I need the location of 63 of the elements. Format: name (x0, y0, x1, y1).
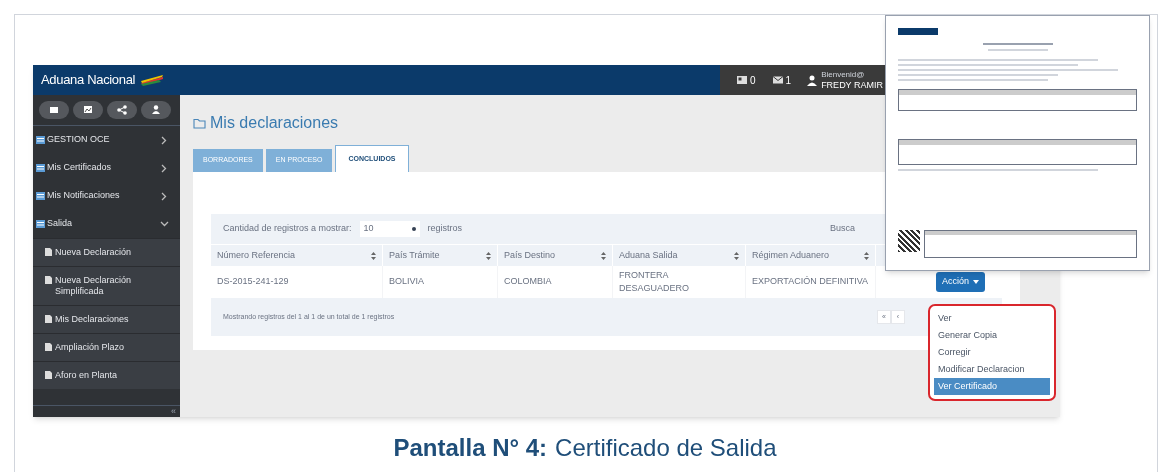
folder-icon (193, 117, 206, 129)
action-button[interactable]: Acción (936, 272, 985, 292)
caret-icon (973, 280, 979, 284)
document-icon (45, 315, 52, 323)
sort-icon (486, 251, 491, 260)
list-icon (36, 136, 45, 144)
sort-icon (864, 251, 869, 260)
chevron-icon (160, 163, 169, 173)
list-icon (36, 164, 45, 172)
table-cell: COLOMBIA (498, 266, 613, 298)
envelope-icon[interactable] (771, 74, 784, 86)
sidebar-submenu-item[interactable]: Mis Declaraciones (33, 305, 180, 333)
sort-icon (601, 251, 606, 260)
sidebar-submenu-item[interactable]: Nueva Declaración Simplificada (33, 266, 180, 305)
chevron-icon (160, 191, 169, 201)
length-suffix: registros (427, 222, 463, 236)
sidebar-submenu-item[interactable]: Aforo en Planta (33, 361, 180, 389)
sidebar-submenu-item[interactable]: Nueva Declaración (33, 238, 180, 266)
length-label: Cantidad de registros a mostrar: (223, 222, 352, 236)
sidebar-menu-item[interactable]: GESTION OCE (33, 126, 180, 154)
shortcut-button[interactable] (39, 101, 69, 119)
table-cell: FRONTERA DESAGUADERO (613, 266, 746, 298)
table-cell: DS-2015-241-129 (211, 266, 383, 298)
caption-text: Certificado de Salida (555, 433, 777, 463)
notification-count: 0 (750, 73, 756, 88)
sort-icon (734, 251, 739, 260)
sidebar-submenu-item[interactable]: Ampliación Plazo (33, 333, 180, 361)
newspaper-icon[interactable] (736, 74, 748, 86)
collapse-toggle[interactable]: « (171, 404, 176, 419)
shortcut-button[interactable] (73, 101, 103, 119)
menu-item[interactable]: Ver (934, 310, 1050, 327)
sort-icon (371, 251, 376, 260)
shortcut-button[interactable] (141, 101, 171, 119)
document-icon (45, 371, 52, 379)
notification-count: 1 (785, 73, 792, 88)
sidebar-menu-item[interactable]: Mis Notificaciones (33, 182, 180, 210)
length-select[interactable]: 10 (359, 221, 420, 237)
table-cell: BOLIVIA (383, 266, 498, 298)
greeting-text: Bienvenid@ (821, 70, 866, 80)
user-icon (149, 103, 163, 117)
menu-item[interactable]: Modificar Declaracion (934, 361, 1050, 378)
caption-label: Pantalla N° 4: (393, 433, 548, 463)
chevron-icon (160, 135, 169, 145)
user-name: FREDY RAMIR (821, 80, 883, 90)
document-icon (45, 276, 52, 284)
flag-swoosh-icon (139, 74, 166, 86)
sidebar-menu-item[interactable]: Mis Certificados (33, 154, 180, 182)
menu-item[interactable]: Corregir (934, 344, 1050, 361)
menu-item[interactable]: Ver Certificado (934, 378, 1050, 395)
menu-item[interactable]: Generar Copia (934, 327, 1050, 344)
chevron-icon (160, 219, 169, 229)
table-cell: EXPORTACIÓN DEFINITIVA (746, 266, 876, 298)
list-icon (36, 220, 45, 228)
document-icon (45, 343, 52, 351)
list-icon (36, 192, 45, 200)
shortcut-button[interactable] (107, 101, 137, 119)
sidebar-menu-item[interactable]: Salida (33, 210, 180, 238)
user-icon (807, 74, 818, 86)
search-label: Busca (830, 222, 855, 236)
page-title: Mis declaraciones (210, 113, 339, 133)
brand-logo-text: Aduana Nacional (41, 71, 136, 90)
share-icon (115, 103, 129, 117)
document-icon (45, 248, 52, 256)
